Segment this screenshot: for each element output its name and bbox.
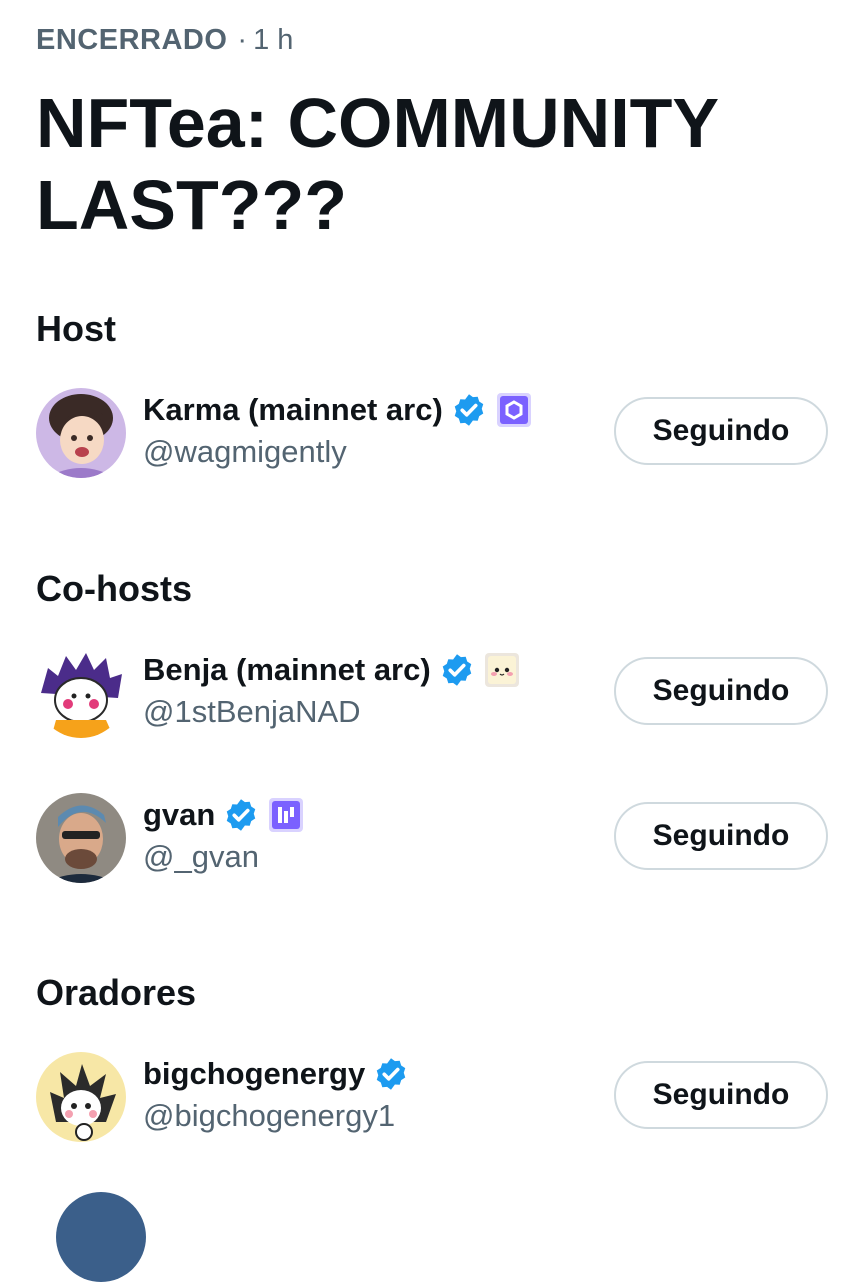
name-row: Benja (mainnet arc)	[143, 648, 519, 692]
participant-handle[interactable]: @1stBenjaNAD	[143, 694, 361, 730]
verified-badge-icon	[223, 797, 259, 833]
verified-badge-icon	[373, 1056, 409, 1092]
participant-name[interactable]: gvan	[143, 797, 215, 833]
following-button[interactable]: Seguindo	[614, 1061, 828, 1129]
name-row: bigchogenergy	[143, 1052, 409, 1096]
participant-handle[interactable]: @wagmigently	[143, 434, 347, 470]
participant-handle[interactable]: @_gvan	[143, 839, 259, 875]
avatar[interactable]	[36, 793, 126, 883]
avatar[interactable]	[56, 1192, 146, 1282]
participant-handle[interactable]: @bigchogenergy1	[143, 1098, 395, 1134]
meta-separator: ·	[237, 24, 248, 56]
name-row: gvan	[143, 793, 304, 837]
participant-row[interactable]: gvan @_gvan Seguindo	[0, 793, 867, 893]
verified-badge-icon	[439, 652, 475, 688]
participant-name[interactable]: Benja (mainnet arc)	[143, 652, 431, 688]
space-title: NFTea: COMMUNITY LAST???	[36, 84, 718, 244]
participant-row[interactable]: Karma (mainnet arc) @wagmigently Seguind…	[0, 388, 867, 488]
participant-row[interactable]: bigchogenergy @bigchogenergy1 Seguindo	[0, 1052, 867, 1152]
avatar[interactable]	[36, 1052, 126, 1142]
following-button[interactable]: Seguindo	[614, 397, 828, 465]
participant-name[interactable]: Karma (mainnet arc)	[143, 392, 443, 428]
purple-hexagon-icon[interactable]	[496, 393, 531, 427]
space-meta: ENCERRADO · 1 h	[36, 24, 293, 57]
following-button[interactable]: Seguindo	[614, 802, 828, 870]
section-cohosts-heading: Co-hosts	[36, 568, 192, 609]
space-status: ENCERRADO	[36, 24, 228, 56]
section-speakers-heading: Oradores	[36, 972, 197, 1013]
participant-row[interactable]: Benja (mainnet arc) @1stBenjaNAD Seguind…	[0, 648, 867, 748]
following-button[interactable]: Seguindo	[614, 657, 828, 725]
name-row: Karma (mainnet arc)	[143, 388, 531, 432]
participant-name[interactable]: bigchogenergy	[143, 1056, 365, 1092]
avatar[interactable]	[36, 648, 126, 738]
cute-face-icon[interactable]	[484, 653, 519, 687]
purple-bars-icon[interactable]	[269, 798, 304, 832]
avatar[interactable]	[36, 388, 126, 478]
space-age: 1 h	[253, 24, 294, 56]
section-host-heading: Host	[36, 308, 116, 349]
verified-badge-icon	[451, 392, 487, 428]
